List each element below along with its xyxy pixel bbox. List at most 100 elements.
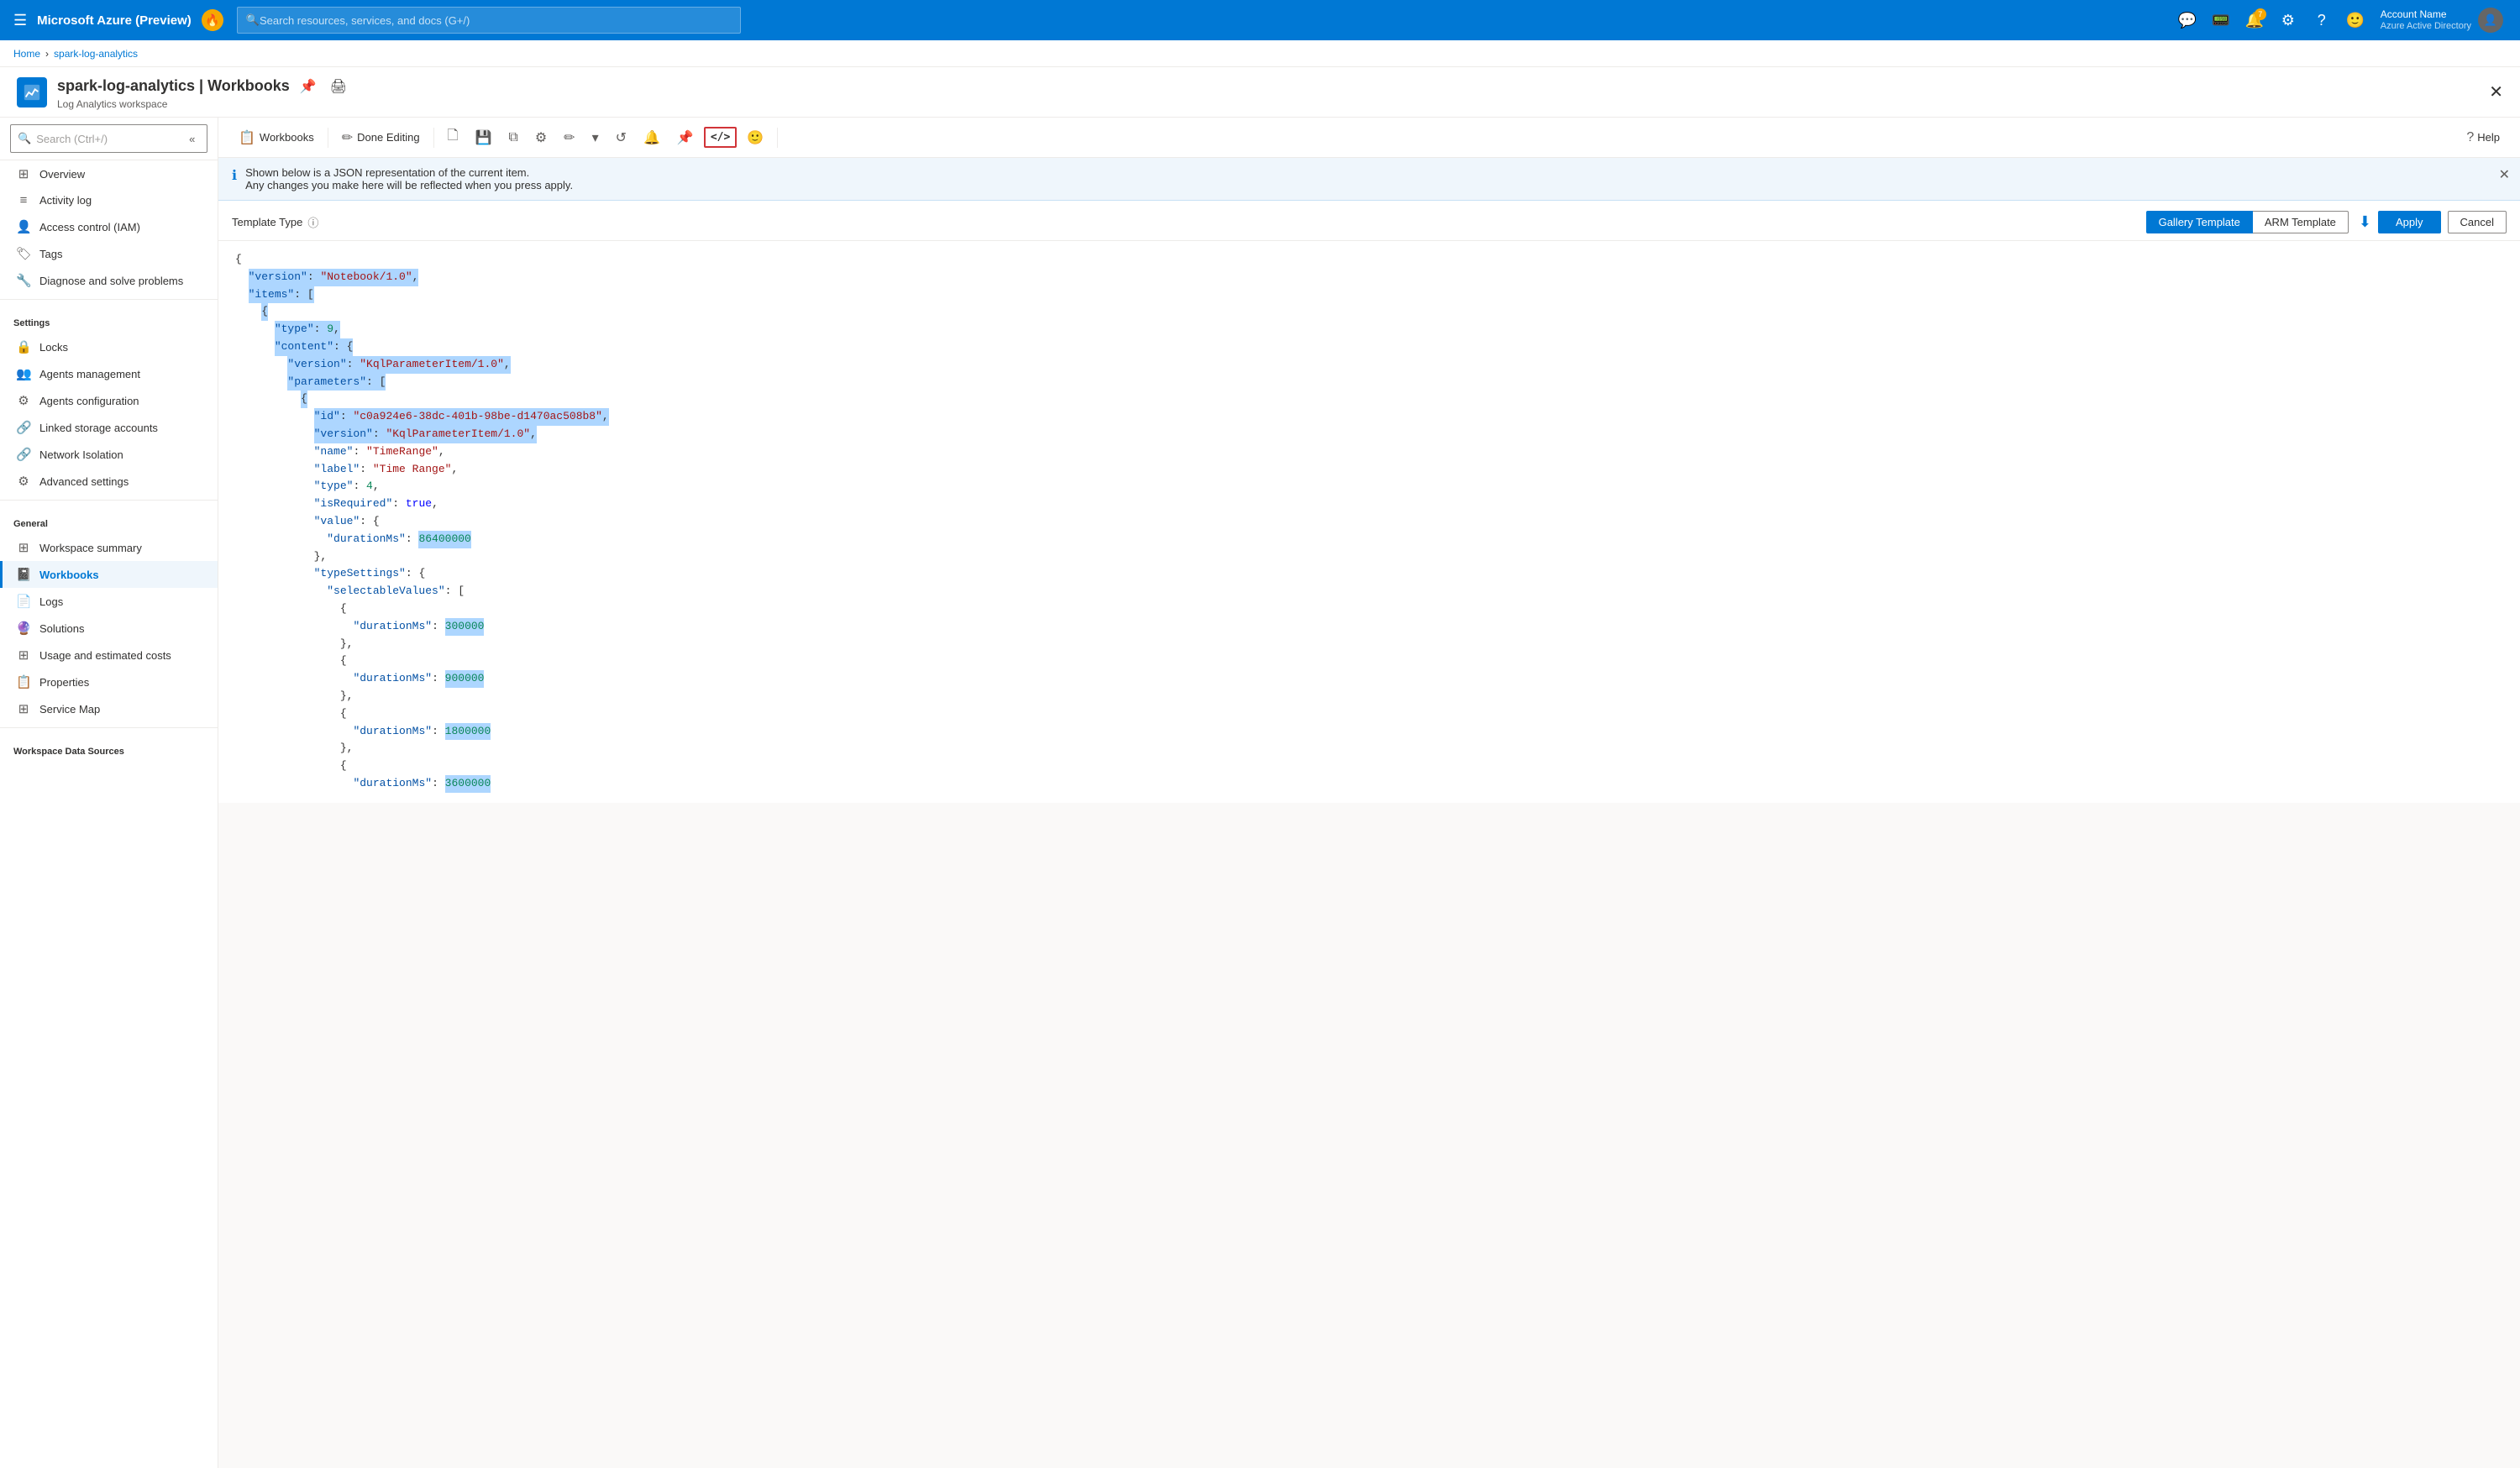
sidebar-item-agents-management[interactable]: 👥 Agents management bbox=[0, 360, 218, 387]
sidebar-item-iam[interactable]: 👤 Access control (IAM) bbox=[0, 213, 218, 240]
refresh-icon: ↺ bbox=[616, 129, 627, 146]
network-icon: 🔗 bbox=[16, 447, 31, 462]
feedback-icon[interactable]: 💬 bbox=[2172, 5, 2202, 35]
bell-btn[interactable]: 🔔 bbox=[637, 125, 667, 150]
download-button[interactable]: ⬇ bbox=[2359, 213, 2371, 231]
pin-workbook-btn[interactable]: 📌 bbox=[670, 125, 701, 150]
breadcrumb-resource[interactable]: spark-log-analytics bbox=[54, 48, 138, 60]
info-line-2: Any changes you make here will be reflec… bbox=[245, 179, 573, 191]
sidebar-search-area: 🔍 « bbox=[0, 118, 218, 160]
help-icon[interactable]: ? bbox=[2307, 5, 2337, 35]
notification-icon[interactable]: 🔔 7 bbox=[2239, 5, 2270, 35]
avatar: 👤 bbox=[2478, 8, 2503, 33]
resource-subtitle: Log Analytics workspace bbox=[57, 98, 350, 110]
sidebar-item-diagnose[interactable]: 🔧 Diagnose and solve problems bbox=[0, 267, 218, 294]
sidebar-collapse-icon[interactable]: « bbox=[185, 128, 200, 149]
sidebar-divider-general bbox=[0, 500, 218, 501]
gallery-template-tab[interactable]: Gallery Template bbox=[2146, 211, 2253, 233]
done-editing-btn[interactable]: ✏ Done Editing bbox=[335, 125, 427, 150]
json-line: "value": { bbox=[235, 513, 2503, 531]
cloud-shell-icon[interactable]: 📟 bbox=[2206, 5, 2236, 35]
user-profile[interactable]: Account Name Azure Active Directory 👤 bbox=[2374, 4, 2510, 36]
json-line: { bbox=[235, 653, 2503, 670]
clone-btn[interactable]: ⧉ bbox=[501, 126, 524, 149]
refresh-btn[interactable]: ↺ bbox=[609, 125, 633, 150]
sidebar-item-activity-log[interactable]: ≡ Activity log bbox=[0, 187, 218, 213]
chevron-down-btn[interactable]: ▾ bbox=[585, 125, 606, 150]
locks-icon: 🔒 bbox=[16, 339, 31, 354]
hamburger-icon[interactable]: ☰ bbox=[10, 8, 30, 33]
sidebar-divider-workspace-data bbox=[0, 727, 218, 728]
sidebar-search-container[interactable]: 🔍 « bbox=[10, 124, 207, 153]
json-line: }, bbox=[235, 740, 2503, 758]
sidebar-item-usage-costs[interactable]: ⊞ Usage and estimated costs bbox=[0, 642, 218, 668]
template-help-icon[interactable]: ⓘ bbox=[307, 214, 318, 230]
sidebar-divider-settings bbox=[0, 299, 218, 300]
sidebar-item-tags[interactable]: 🏷 Tags bbox=[0, 240, 218, 267]
sidebar-item-network-isolation[interactable]: 🔗 Network Isolation bbox=[0, 441, 218, 468]
json-line: "type": 4, bbox=[235, 478, 2503, 495]
topbar-right-actions: 💬 📟 🔔 7 ⚙ ? 🙂 Account Name Azure Active … bbox=[2172, 4, 2510, 36]
json-line: { bbox=[235, 705, 2503, 723]
emoji-btn[interactable]: 🙂 bbox=[740, 125, 770, 150]
info-close-button[interactable]: ✕ bbox=[2499, 166, 2510, 183]
new-item-btn[interactable]: 🗋 bbox=[441, 122, 465, 153]
resource-title-block: spark-log-analytics | Workbooks 📌 🖨 Log … bbox=[57, 75, 350, 110]
sidebar-item-overview[interactable]: ⊞ Overview bbox=[0, 160, 218, 187]
json-line: "durationMs": 86400000 bbox=[235, 531, 2503, 548]
tags-icon: 🏷 bbox=[16, 246, 31, 261]
json-line: "version": "KqlParameterItem/1.0", bbox=[235, 356, 2503, 374]
done-editing-label: Done Editing bbox=[357, 131, 419, 144]
breadcrumb: Home › spark-log-analytics bbox=[0, 40, 2520, 67]
sidebar-item-workbooks[interactable]: 📓 Workbooks bbox=[0, 561, 218, 588]
smiley-icon[interactable]: 🙂 bbox=[2340, 5, 2370, 35]
sidebar-item-properties[interactable]: 📋 Properties bbox=[0, 668, 218, 695]
search-input[interactable] bbox=[260, 14, 732, 27]
code-icon: </> bbox=[711, 131, 730, 144]
json-line: "type": 9, bbox=[235, 321, 2503, 338]
apply-button[interactable]: Apply bbox=[2378, 211, 2441, 233]
code-editor-btn[interactable]: </> bbox=[704, 127, 737, 148]
print-button[interactable]: 🖨 bbox=[327, 75, 350, 98]
sidebar-item-locks[interactable]: 🔒 Locks bbox=[0, 333, 218, 360]
solutions-icon: 🔮 bbox=[16, 621, 31, 636]
sidebar-item-service-map[interactable]: ⊞ Service Map bbox=[0, 695, 218, 722]
workbooks-toolbar: 📋 Workbooks ✏ Done Editing 🗋 💾 ⧉ ⚙ bbox=[218, 118, 2520, 158]
sidebar-item-logs[interactable]: 📄 Logs bbox=[0, 588, 218, 615]
json-line: "name": "TimeRange", bbox=[235, 443, 2503, 461]
settings-section-label: Settings bbox=[0, 315, 218, 333]
json-line: "label": "Time Range", bbox=[235, 461, 2503, 479]
sidebar-item-linked-storage[interactable]: 🔗 Linked storage accounts bbox=[0, 414, 218, 441]
sidebar-item-agents-config[interactable]: ⚙ Agents configuration bbox=[0, 387, 218, 414]
sidebar-item-advanced-settings[interactable]: ⚙ Advanced settings bbox=[0, 468, 218, 495]
new-icon: 🗋 bbox=[448, 126, 459, 149]
iam-icon: 👤 bbox=[16, 219, 31, 234]
sidebar-item-workspace-summary[interactable]: ⊞ Workspace summary bbox=[0, 534, 218, 561]
close-panel-button[interactable]: ✕ bbox=[2489, 81, 2503, 102]
breadcrumb-home[interactable]: Home bbox=[13, 48, 40, 60]
user-subtitle: Azure Active Directory bbox=[2381, 21, 2471, 32]
global-search[interactable]: 🔍 bbox=[237, 7, 741, 34]
sidebar-item-solutions[interactable]: 🔮 Solutions bbox=[0, 615, 218, 642]
cancel-button[interactable]: Cancel bbox=[2448, 211, 2507, 233]
arm-template-tab[interactable]: ARM Template bbox=[2253, 211, 2349, 233]
azure-icon-badge: 🔥 bbox=[202, 9, 223, 31]
save-icon: 💾 bbox=[475, 129, 491, 146]
pin-button[interactable]: 📌 bbox=[297, 75, 320, 98]
sidebar-item-label: Agents configuration bbox=[39, 395, 139, 407]
json-editor[interactable]: { "version": "Notebook/1.0", "items": [ … bbox=[218, 241, 2520, 803]
sidebar-search-input[interactable] bbox=[36, 133, 176, 145]
gear-btn[interactable]: ⚙ bbox=[528, 125, 554, 150]
workbooks-toolbar-label: Workbooks bbox=[260, 131, 314, 144]
sidebar-item-label: Overview bbox=[39, 168, 85, 181]
help-btn[interactable]: ? Help bbox=[2460, 126, 2507, 149]
sidebar-section-settings: Settings bbox=[0, 305, 218, 333]
advanced-settings-icon: ⚙ bbox=[16, 474, 31, 489]
content-scroll: ℹ Shown below is a JSON representation o… bbox=[218, 158, 2520, 1468]
save-btn[interactable]: 💾 bbox=[468, 125, 498, 150]
json-line: "parameters": [ bbox=[235, 374, 2503, 391]
settings-icon[interactable]: ⚙ bbox=[2273, 5, 2303, 35]
workbooks-toolbar-btn[interactable]: 📋 Workbooks bbox=[232, 125, 321, 150]
pencil-btn[interactable]: ✏ bbox=[557, 125, 581, 150]
chevron-down-icon: ▾ bbox=[592, 129, 599, 146]
